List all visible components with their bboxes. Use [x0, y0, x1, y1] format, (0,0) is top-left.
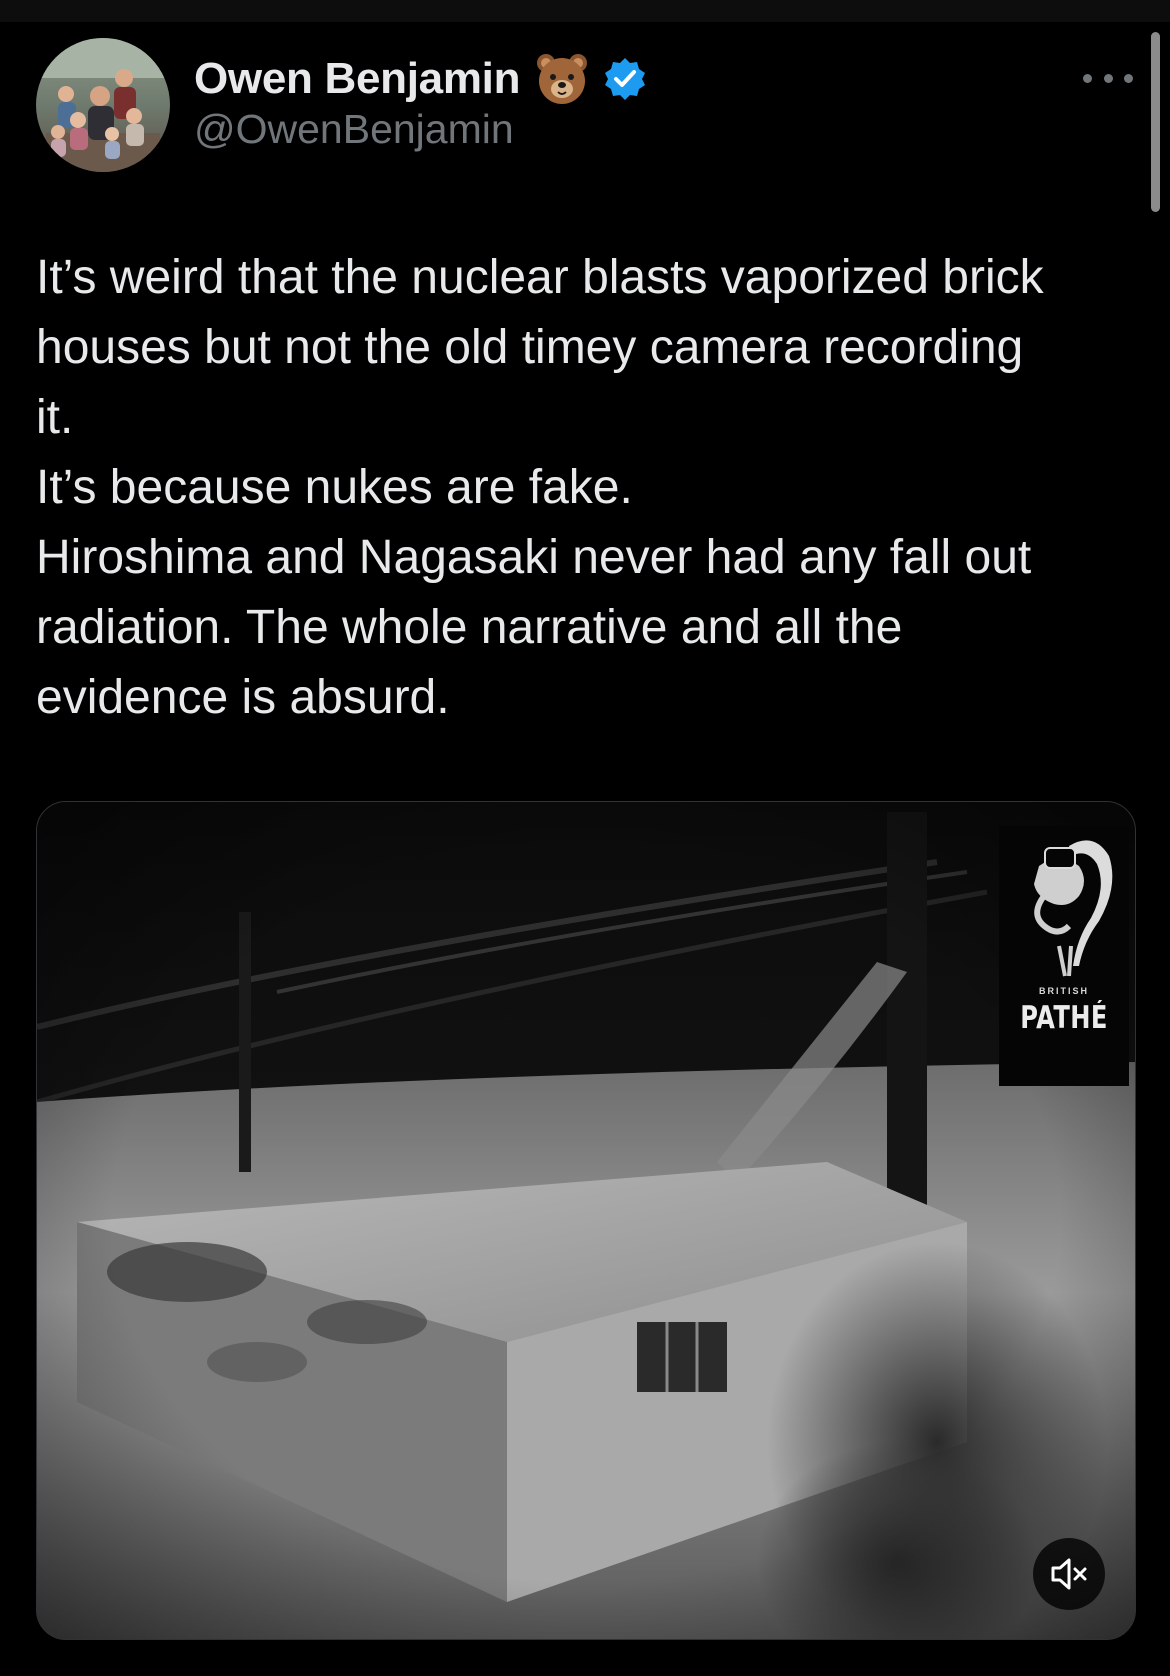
tweet-text: It’s weird that the nuclear blasts vapor…: [36, 243, 1136, 733]
tweet-video[interactable]: BRITISH PATHÉ: [36, 801, 1136, 1640]
bear-face-icon: [537, 54, 588, 104]
dot: [1103, 73, 1113, 83]
status-bar-strip: [0, 0, 1170, 22]
scrollbar[interactable]: [1151, 32, 1160, 212]
watermark-small-text: BRITISH: [1039, 986, 1089, 996]
tweet-line: Hiroshima and Nagasaki never had any fal…: [36, 531, 1032, 584]
volume-muted-icon[interactable]: [1033, 1538, 1105, 1610]
tweet-line: It’s weird that the nuclear blasts vapor…: [36, 251, 1044, 304]
tweet-line: It’s because nukes are fake.: [36, 461, 633, 514]
verified-badge-icon[interactable]: [602, 56, 648, 102]
dot: [1083, 73, 1092, 83]
author-display-name[interactable]: Owen Benjamin: [194, 54, 520, 104]
tweet-line: radiation. The whole narrative and all t…: [36, 601, 903, 654]
video-thumbnail: [37, 802, 1135, 1639]
watermark-brand: PATHÉ: [1020, 1000, 1108, 1036]
family-photo-avatar-image: [36, 38, 170, 172]
tweet-line: it.: [36, 391, 74, 444]
pathe-watermark: BRITISH PATHÉ: [999, 826, 1129, 1086]
author-handle[interactable]: @OwenBenjamin: [194, 106, 514, 153]
dot: [1124, 73, 1133, 83]
speaker-muted-glyph: [1051, 1558, 1087, 1590]
tweet-line: houses but not the old timey camera reco…: [36, 321, 1024, 374]
more-options-icon[interactable]: [1083, 58, 1133, 98]
rooster-logo-icon: [1034, 840, 1113, 977]
author-name-row[interactable]: Owen Benjamin: [194, 48, 648, 110]
avatar[interactable]: [36, 38, 170, 172]
tweet-line: evidence is absurd.: [36, 671, 450, 724]
